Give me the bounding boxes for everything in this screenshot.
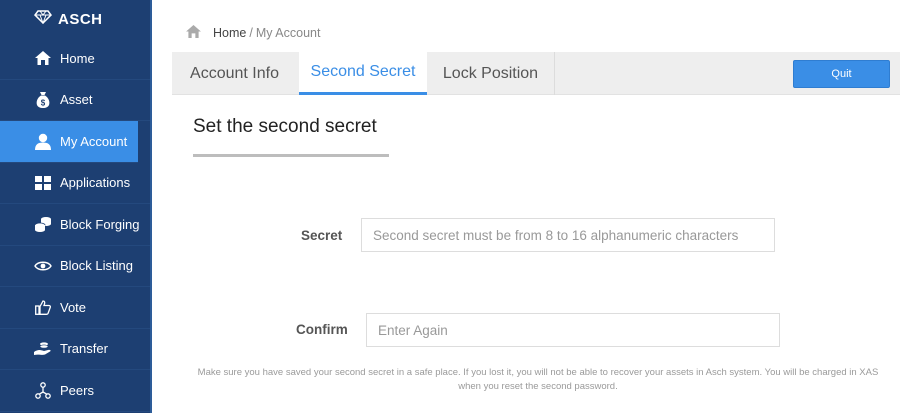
confirm-label: Confirm: [296, 322, 348, 337]
sidebar-item-my-account[interactable]: My Account: [0, 121, 138, 163]
confirm-input[interactable]: [366, 313, 780, 347]
sidebar-item-label: Asset: [60, 92, 93, 108]
tab-second-secret[interactable]: Second Secret: [299, 52, 427, 95]
secret-input[interactable]: [361, 218, 775, 252]
secret-label: Secret: [301, 228, 343, 243]
page-title: Set the second secret: [193, 116, 377, 137]
sidebar-item-label: Block Listing: [60, 258, 133, 274]
breadcrumb-current: My Account: [255, 26, 321, 40]
sidebar: ASCH Home $ Asset My Account Application…: [0, 0, 152, 413]
sidebar-item-label: Home: [60, 50, 95, 66]
brand-name: ASCH: [58, 10, 103, 28]
sidebar-item-home[interactable]: Home: [0, 38, 150, 80]
warning-note: Make sure you have saved your second sec…: [197, 367, 879, 392]
brand-logo[interactable]: ASCH: [0, 0, 150, 38]
money-bag-icon: $: [34, 91, 52, 109]
sidebar-item-label: Peers: [60, 382, 94, 398]
tab-lock-position[interactable]: Lock Position: [427, 52, 555, 95]
sidebar-item-asset[interactable]: $ Asset: [0, 80, 150, 121]
eye-icon: [34, 257, 52, 275]
sidebar-item-peers[interactable]: Peers: [0, 370, 150, 412]
quit-button[interactable]: Quit: [793, 60, 890, 88]
sidebar-item-block-listing[interactable]: Block Listing: [0, 246, 150, 287]
hand-coin-icon: [34, 340, 52, 358]
sidebar-item-block-forging[interactable]: Block Forging: [0, 204, 150, 246]
sidebar-item-transfer[interactable]: Transfer: [0, 329, 150, 370]
user-icon: [34, 132, 52, 150]
tab-account-info[interactable]: Account Info: [172, 52, 297, 95]
title-underline: [193, 154, 389, 157]
network-icon: [34, 381, 52, 399]
sidebar-item-label: Transfer: [60, 341, 108, 357]
sidebar-item-label: Block Forging: [60, 216, 140, 232]
app-root: ASCH Home $ Asset My Account Application…: [0, 0, 900, 413]
diamond-icon: [34, 10, 58, 28]
sidebar-item-vote[interactable]: Vote: [0, 287, 150, 329]
sidebar-item-label: Vote: [60, 299, 87, 315]
home-icon[interactable]: [186, 25, 201, 41]
sidebar-item-label: My Account: [60, 133, 128, 149]
thumbs-up-icon: [34, 298, 52, 316]
tab-bar: Account Info Second Secret Lock Position: [172, 52, 900, 95]
grid-icon: [34, 174, 52, 192]
breadcrumb: Home / My Account: [186, 24, 320, 42]
sidebar-item-applications[interactable]: Applications: [0, 163, 150, 204]
sidebar-nav: Home $ Asset My Account Applications Blo…: [0, 38, 150, 412]
svg-text:$: $: [41, 98, 46, 107]
home-icon: [34, 49, 52, 67]
sidebar-divider: [150, 0, 152, 413]
breadcrumb-home-link[interactable]: Home: [213, 26, 246, 40]
sidebar-item-label: Applications: [60, 175, 131, 191]
coins-icon: [34, 215, 52, 233]
breadcrumb-separator: /: [249, 26, 253, 40]
